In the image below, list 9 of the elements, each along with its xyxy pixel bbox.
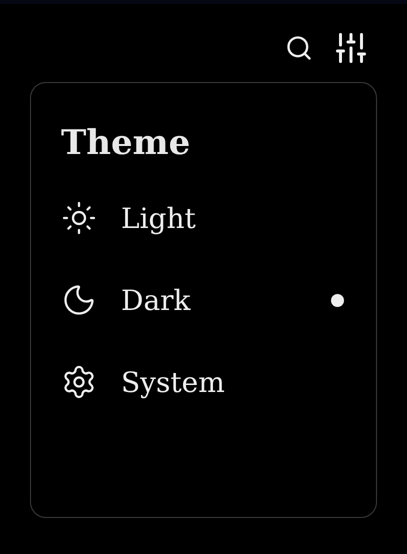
card-title: Theme xyxy=(61,123,192,163)
theme-option[interactable]: Light xyxy=(61,177,346,259)
sliders-icon xyxy=(333,30,369,66)
search-icon xyxy=(285,34,313,62)
theme-option[interactable]: System xyxy=(61,341,346,423)
sun-icon xyxy=(61,200,97,236)
filter-button[interactable] xyxy=(333,30,369,66)
search-button[interactable] xyxy=(285,34,313,62)
theme-option[interactable]: Dark xyxy=(61,259,346,341)
